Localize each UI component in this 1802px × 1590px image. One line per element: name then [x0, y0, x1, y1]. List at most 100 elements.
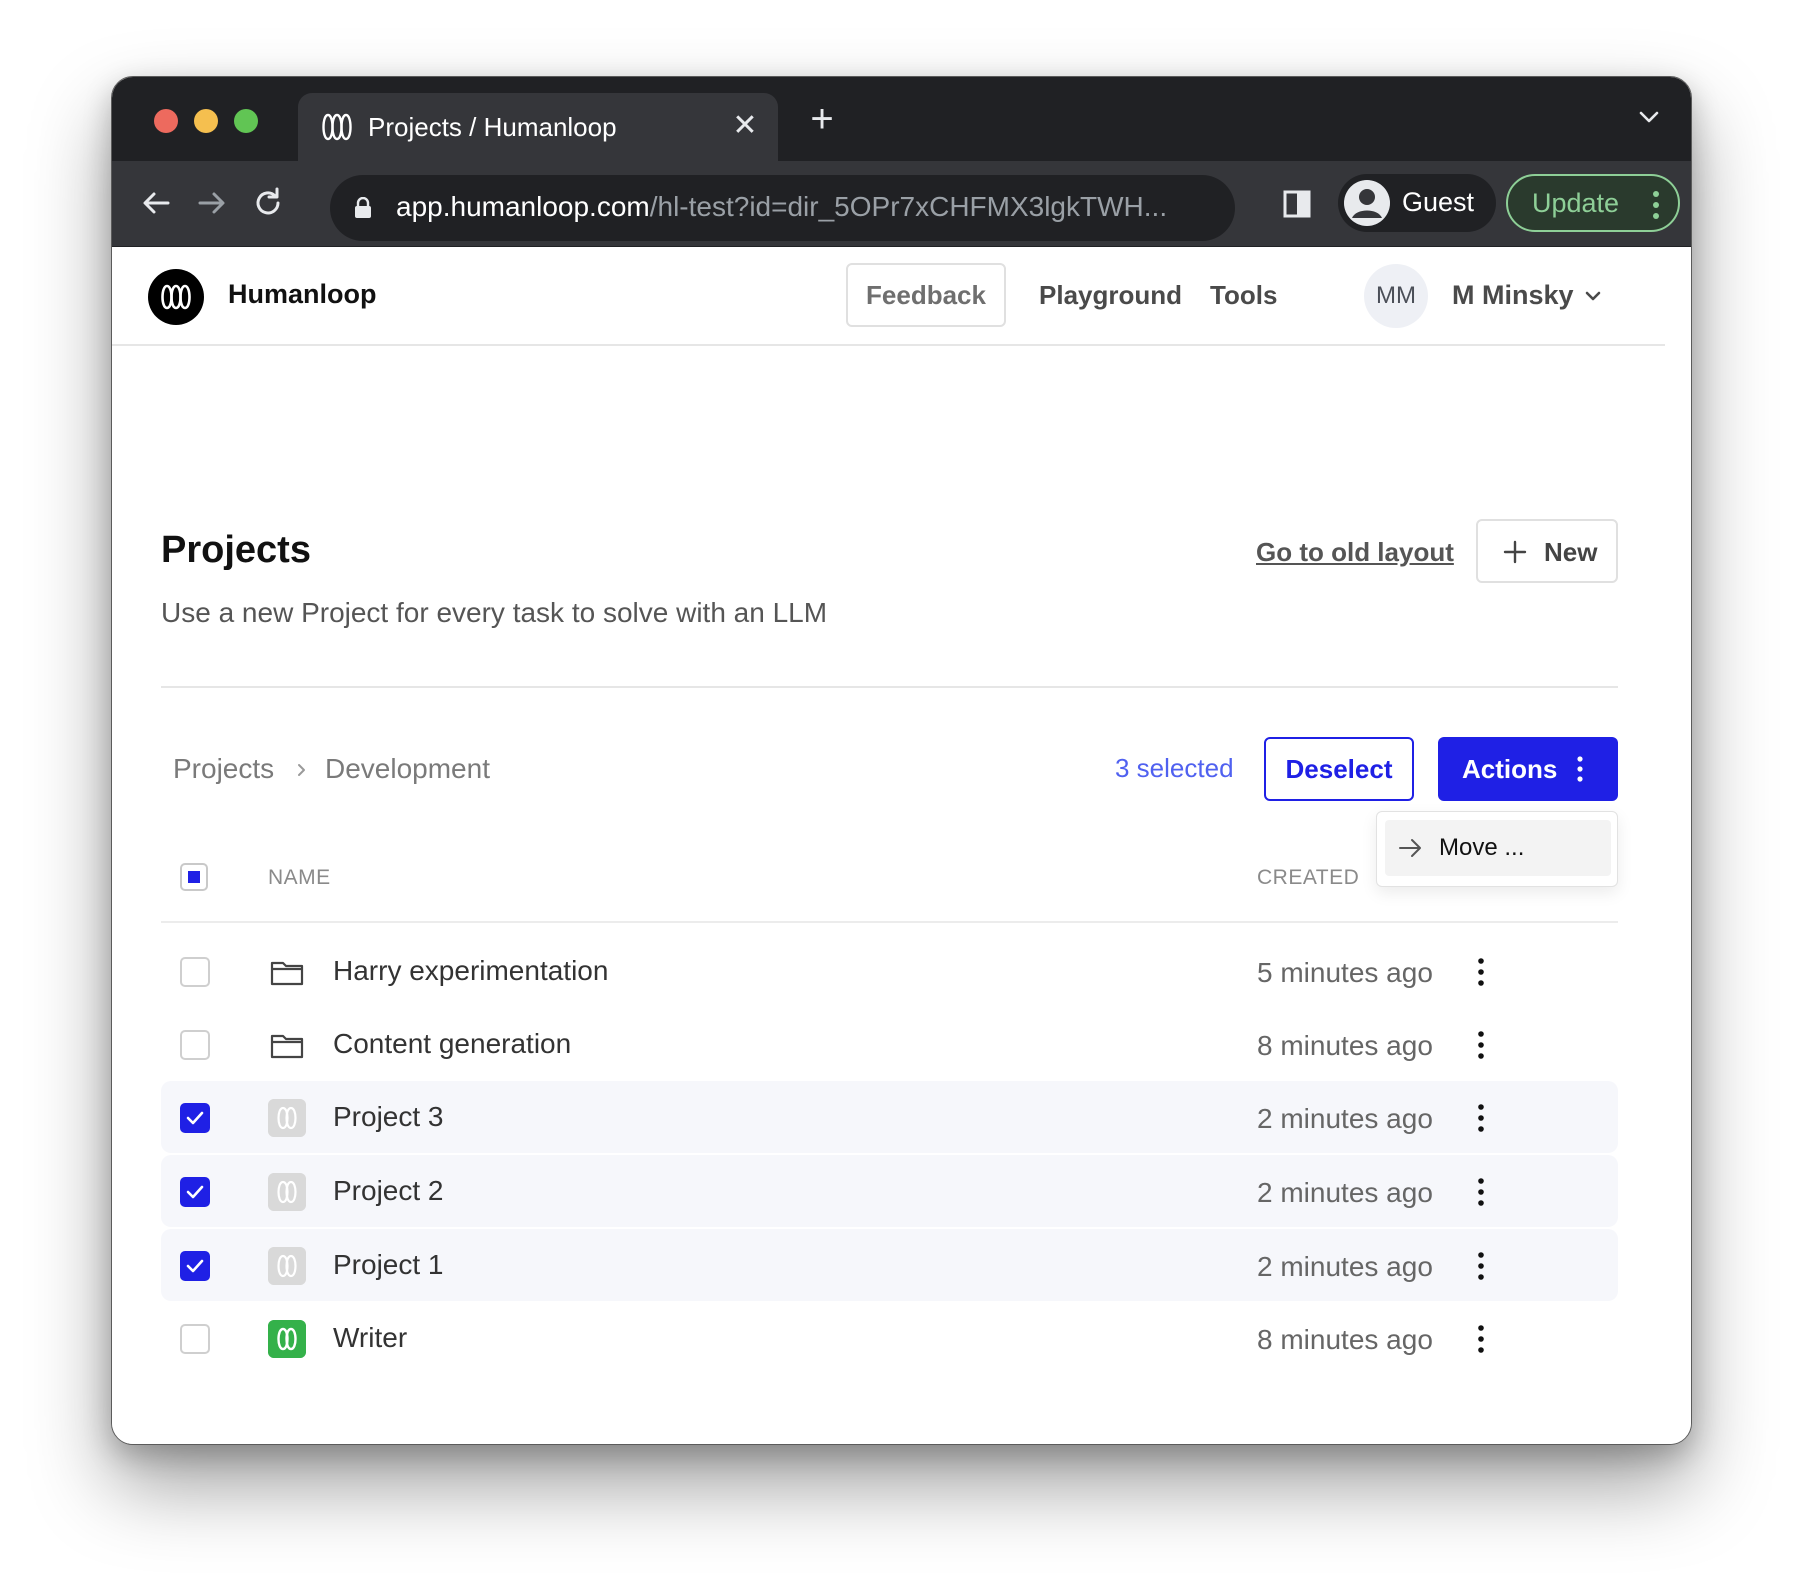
page-title: Projects — [161, 529, 311, 571]
minimize-window-button[interactable] — [194, 109, 218, 133]
actions-button[interactable]: Actions — [1438, 737, 1618, 801]
table-row[interactable]: Project 1 2 minutes ago — [161, 1229, 1618, 1301]
row-created: 8 minutes ago — [1257, 1324, 1433, 1355]
reload-icon[interactable] — [248, 183, 288, 223]
user-name[interactable]: M Minsky — [1452, 280, 1574, 311]
section-divider — [161, 686, 1618, 688]
tab-strip: Projects / Humanloop ✕ + — [112, 77, 1691, 161]
row-created: 8 minutes ago — [1257, 1030, 1433, 1061]
row-created: 2 minutes ago — [1257, 1177, 1433, 1208]
row-name[interactable]: Project 1 — [333, 1249, 444, 1281]
nav-tools[interactable]: Tools — [1210, 280, 1277, 311]
row-created: 5 minutes ago — [1257, 957, 1433, 988]
row-checkbox[interactable] — [180, 1324, 210, 1354]
row-menu-dots-icon[interactable] — [1473, 1030, 1489, 1060]
arrow-right-icon — [1399, 839, 1421, 857]
menu-item-move-label: Move ... — [1439, 834, 1525, 861]
column-header-created[interactable]: CREATED — [1257, 866, 1359, 890]
selection-count: 3 selected — [1115, 753, 1234, 783]
new-button-label: New — [1544, 537, 1598, 567]
project-icon — [268, 1173, 306, 1211]
folder-icon — [270, 1034, 304, 1059]
side-panel-icon[interactable] — [1282, 189, 1312, 219]
project-icon — [268, 1247, 306, 1285]
project-green-icon — [268, 1320, 306, 1358]
close-window-button[interactable] — [154, 109, 178, 133]
profile-label: Guest — [1402, 187, 1475, 217]
table-row[interactable]: Writer 8 minutes ago — [161, 1302, 1618, 1374]
row-name[interactable]: Harry experimentation — [333, 955, 608, 987]
plus-icon — [1503, 540, 1527, 564]
actions-button-label: Actions — [1462, 754, 1558, 784]
table-row[interactable]: Project 2 2 minutes ago — [161, 1155, 1618, 1227]
select-all-checkbox[interactable] — [180, 863, 208, 891]
url-path: /hl-test?id=dir_5OPr7xCHFMX3lgkTWH... — [649, 191, 1168, 222]
menu-item-move[interactable]: Move ... — [1385, 820, 1611, 876]
breadcrumb-development[interactable]: Development — [325, 753, 490, 785]
nav-playground[interactable]: Playground — [1039, 280, 1182, 311]
user-avatar[interactable]: MM — [1364, 264, 1428, 328]
table-row[interactable]: Harry experimentation 5 minutes ago — [161, 935, 1618, 1007]
maximize-window-button[interactable] — [234, 109, 258, 133]
profile-button[interactable]: Guest — [1338, 174, 1496, 232]
row-checkbox-checked[interactable] — [180, 1103, 210, 1133]
deselect-button[interactable]: Deselect — [1264, 737, 1414, 801]
browser-menu-dots-icon — [1653, 191, 1659, 219]
row-name[interactable]: Writer — [333, 1322, 407, 1354]
tab-title: Projects / Humanloop — [368, 112, 617, 142]
row-menu-dots-icon[interactable] — [1473, 1324, 1489, 1354]
row-created: 2 minutes ago — [1257, 1251, 1433, 1282]
humanloop-favicon-icon — [322, 113, 352, 141]
brand-name[interactable]: Humanloop — [228, 279, 377, 310]
checkmark-icon — [186, 1185, 204, 1199]
back-arrow-icon[interactable] — [136, 183, 176, 223]
update-label: Update — [1532, 188, 1620, 218]
breadcrumb-chevron-right-icon — [298, 764, 305, 776]
page-subtitle: Use a new Project for every task to solv… — [161, 597, 828, 628]
update-button[interactable]: Update — [1506, 174, 1680, 232]
feedback-button[interactable]: Feedback — [846, 263, 1006, 327]
row-menu-dots-icon[interactable] — [1473, 957, 1489, 987]
page-content: Humanloop Feedback Playground Tools MM M… — [112, 247, 1691, 1444]
table-row[interactable]: Project 3 2 minutes ago — [161, 1081, 1618, 1153]
row-menu-dots-icon[interactable] — [1473, 1177, 1489, 1207]
address-bar[interactable]: app.humanloop.com/hl-test?id=dir_5OPr7xC… — [330, 175, 1235, 241]
row-name[interactable]: Project 3 — [333, 1101, 444, 1133]
actions-menu: Move ... — [1376, 811, 1618, 887]
folder-icon — [270, 961, 304, 986]
column-header-name[interactable]: NAME — [268, 866, 331, 890]
url-host: app.humanloop.com — [396, 191, 650, 222]
new-button[interactable]: New — [1476, 519, 1618, 583]
humanloop-logo-icon[interactable] — [148, 269, 204, 325]
tab-search-chevron-icon[interactable] — [1635, 103, 1663, 131]
guest-avatar-icon — [1344, 180, 1390, 226]
indeterminate-mark — [188, 871, 200, 883]
row-checkbox-checked[interactable] — [180, 1251, 210, 1281]
row-name[interactable]: Project 2 — [333, 1175, 444, 1207]
row-menu-dots-icon[interactable] — [1473, 1251, 1489, 1281]
row-created: 2 minutes ago — [1257, 1103, 1433, 1134]
row-checkbox[interactable] — [180, 1030, 210, 1060]
table-header-divider — [161, 921, 1618, 923]
checkmark-icon — [186, 1111, 204, 1125]
row-name[interactable]: Content generation — [333, 1028, 571, 1060]
browser-tab[interactable]: Projects / Humanloop ✕ — [298, 93, 778, 161]
project-icon — [268, 1099, 306, 1137]
old-layout-link[interactable]: Go to old layout — [1256, 537, 1454, 568]
actions-dots-icon — [1577, 756, 1583, 782]
browser-window: Projects / Humanloop ✕ + app.humanloop.c… — [111, 76, 1692, 1445]
row-menu-dots-icon[interactable] — [1473, 1103, 1489, 1133]
forward-arrow-icon[interactable] — [192, 183, 232, 223]
user-menu-chevron-down-icon[interactable] — [1582, 285, 1604, 307]
row-checkbox[interactable] — [180, 957, 210, 987]
app-header: Humanloop Feedback Playground Tools MM M… — [112, 247, 1665, 346]
browser-toolbar: app.humanloop.com/hl-test?id=dir_5OPr7xC… — [112, 161, 1691, 247]
tab-close-icon[interactable]: ✕ — [730, 109, 760, 143]
table-row[interactable]: Content generation 8 minutes ago — [161, 1008, 1618, 1080]
breadcrumb-projects[interactable]: Projects — [173, 753, 274, 785]
new-tab-icon[interactable]: + — [802, 99, 842, 139]
lock-icon — [355, 197, 371, 218]
checkmark-icon — [186, 1259, 204, 1273]
row-checkbox-checked[interactable] — [180, 1177, 210, 1207]
url-text: app.humanloop.com/hl-test?id=dir_5OPr7xC… — [396, 191, 1167, 223]
